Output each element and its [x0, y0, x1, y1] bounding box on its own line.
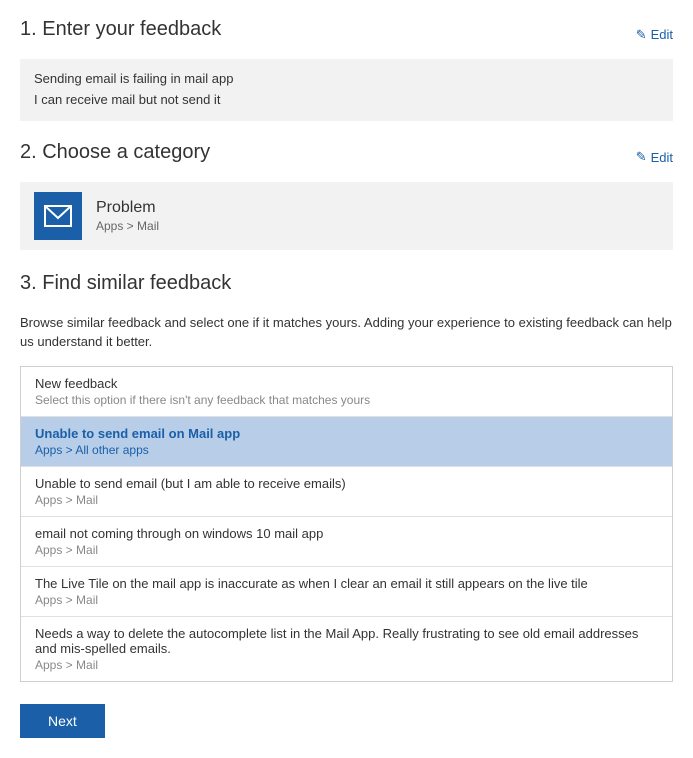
- feedback-item-5[interactable]: Needs a way to delete the autocomplete l…: [21, 617, 672, 681]
- feedback-item-3[interactable]: email not coming through on windows 10 m…: [21, 517, 672, 567]
- step1-feedback-box: Sending email is failing in mail app I c…: [20, 59, 673, 121]
- feedback-item-sub-1: Apps > All other apps: [35, 443, 658, 457]
- feedback-item-title-5: Needs a way to delete the autocomplete l…: [35, 626, 658, 656]
- feedback-item-title-3: email not coming through on windows 10 m…: [35, 526, 658, 541]
- feedback-item-title-0: New feedback: [35, 376, 658, 391]
- step1-edit-label: Edit: [651, 27, 673, 42]
- step3-header-row: 3. Find similar feedback: [20, 272, 673, 305]
- step1-header: 1. Enter your feedback: [20, 18, 221, 41]
- step1-edit-link[interactable]: Edit: [636, 27, 673, 43]
- step1-section: 1. Enter your feedback Edit Sending emai…: [20, 18, 673, 121]
- feedback-item-1[interactable]: Unable to send email on Mail app Apps > A…: [21, 417, 672, 467]
- feedback-item-4[interactable]: The Live Tile on the mail app is inaccur…: [21, 567, 672, 617]
- step3-section: 3. Find similar feedback Browse similar …: [20, 272, 673, 682]
- feedback-item-sub-4: Apps > Mail: [35, 593, 658, 607]
- next-button[interactable]: Next: [20, 704, 105, 738]
- feedback-item-sub-3: Apps > Mail: [35, 543, 658, 557]
- feedback-list-wrapper: New feedback Select this option if there …: [20, 366, 673, 682]
- category-icon: [34, 192, 82, 240]
- step2-header-row: 2. Choose a category Edit: [20, 141, 673, 174]
- feedback-item-title-2: Unable to send email (but I am able to r…: [35, 476, 658, 491]
- step3-header: 3. Find similar feedback: [20, 272, 231, 295]
- category-box: Problem Apps > Mail: [20, 182, 673, 250]
- feedback-item-sub-2: Apps > Mail: [35, 493, 658, 507]
- feedback-item-title-4: The Live Tile on the mail app is inaccur…: [35, 576, 658, 591]
- feedback-item-sub-5: Apps > Mail: [35, 658, 658, 672]
- pencil-icon: [636, 27, 647, 43]
- step2-edit-link[interactable]: Edit: [636, 149, 673, 165]
- feedback-list: New feedback Select this option if there …: [20, 366, 673, 682]
- mail-icon: [44, 205, 72, 227]
- step2-edit-label: Edit: [651, 150, 673, 165]
- step1-line-1: Sending email is failing in mail app: [34, 69, 659, 90]
- feedback-item-0[interactable]: New feedback Select this option if there …: [21, 367, 672, 417]
- step2-section: 2. Choose a category Edit Problem Apps >…: [20, 141, 673, 250]
- step3-description: Browse similar feedback and select one i…: [20, 313, 673, 352]
- step2-header: 2. Choose a category: [20, 141, 210, 164]
- feedback-item-2[interactable]: Unable to send email (but I am able to r…: [21, 467, 672, 517]
- step1-line-2: I can receive mail but not send it: [34, 90, 659, 111]
- pencil-icon-2: [636, 149, 647, 165]
- feedback-item-title-1: Unable to send email on Mail app: [35, 426, 658, 441]
- category-info: Problem Apps > Mail: [96, 199, 159, 233]
- category-title: Problem: [96, 199, 159, 217]
- step1-header-row: 1. Enter your feedback Edit: [20, 18, 673, 51]
- feedback-item-sub-0: Select this option if there isn't any fe…: [35, 393, 658, 407]
- category-sub: Apps > Mail: [96, 219, 159, 233]
